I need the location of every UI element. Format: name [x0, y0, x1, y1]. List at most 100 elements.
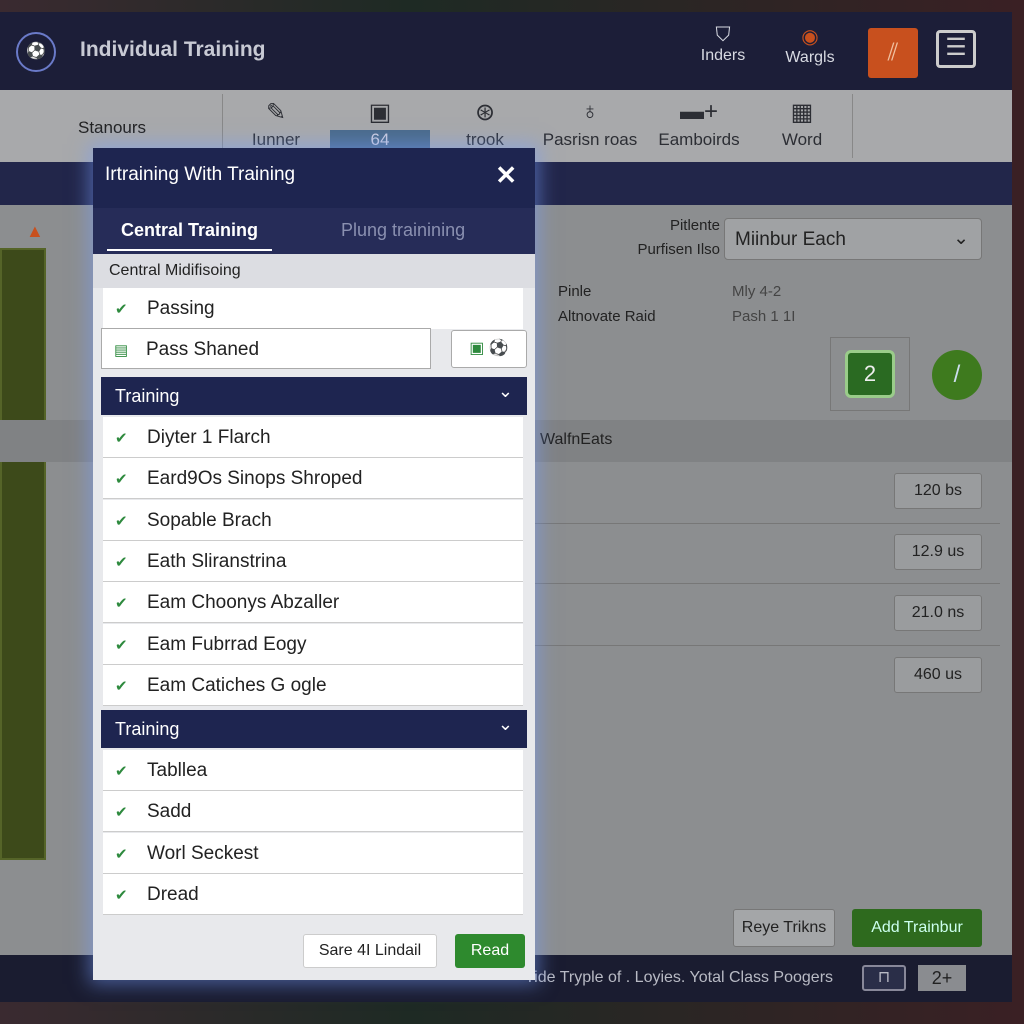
counter-button[interactable]: 2+ — [918, 965, 966, 991]
training-select[interactable]: Miinbur Each ⌄ — [724, 218, 982, 260]
add-training-button[interactable]: Add Trainbur — [852, 909, 982, 947]
toolbar-left-label: Stanours — [78, 118, 147, 137]
close-icon[interactable]: ✕ — [495, 160, 517, 191]
item-label: Tabllea — [147, 760, 208, 781]
list-item[interactable]: ✔ Worl Seckest — [103, 832, 523, 874]
chevron-down-icon: ⌄ — [497, 714, 513, 734]
crest-icon: ◉ — [801, 26, 819, 48]
value-box: 460 us — [894, 657, 982, 693]
page-title: Individual Training — [80, 38, 266, 61]
badge-icon: ⛉ — [715, 24, 731, 46]
item-label: Dread — [147, 883, 199, 905]
training-modal: Irtraining With Training ✕ Central Traini… — [93, 148, 535, 980]
section-header[interactable]: Training ⌄ — [101, 377, 527, 415]
item-label: Eard9Os Sinops Shroped — [147, 468, 363, 490]
check-icon: ✔ — [115, 512, 128, 530]
tool-label: trook — [466, 130, 504, 149]
detail-label: Pinle — [558, 283, 592, 300]
lock-button[interactable]: ⊓ — [862, 965, 906, 991]
value-box: 21.0 ns — [894, 595, 982, 631]
grid-icon: ▦ — [790, 99, 814, 126]
detail-value: Pash 1 1I — [732, 308, 796, 325]
section-title: Training — [115, 719, 180, 739]
list-item[interactable]: ✔ Passing — [103, 288, 523, 329]
modal-title: Irtraining With Training — [105, 164, 296, 185]
list-item[interactable]: ✔ Diyter 1 Flarch — [103, 417, 523, 458]
modal-subheader: Central Midifisoing — [93, 254, 535, 288]
edit-button[interactable]: / — [932, 350, 982, 400]
chevron-down-icon: ⌄ — [497, 381, 513, 401]
tool-64[interactable]: ▣ 64 — [330, 98, 430, 150]
section-title: WalfnEats — [540, 431, 613, 448]
pitch-view[interactable] — [0, 248, 46, 860]
tool-word[interactable]: ▦ Word — [772, 98, 832, 150]
check-icon: ✔ — [115, 763, 128, 780]
item-label: Eath Sliranstrina — [147, 550, 287, 572]
footer-text: Tide Tryple of . Loyies. Yotal Class Poo… — [525, 969, 834, 986]
tool-label: Eamboirds — [658, 130, 740, 149]
wargls-label: Wargls — [785, 49, 835, 66]
tool-pasrisn-roas[interactable]: ♁ Pasrisn roas — [540, 98, 640, 150]
divider — [535, 583, 1000, 584]
list-item[interactable]: ✔ Tabllea — [103, 750, 523, 791]
section-title: Training — [115, 386, 180, 406]
read-button[interactable]: Read — [455, 934, 525, 968]
divider — [535, 645, 1000, 646]
check-icon: ✔ — [115, 471, 128, 489]
list-item[interactable]: ✔ Eath Sliranstrina — [103, 540, 523, 582]
list-item[interactable]: ✔ Eam Fubrrad Eogy — [103, 623, 523, 665]
check-icon: ✔ — [115, 636, 128, 654]
menu-icon: ☰ — [945, 34, 967, 61]
secondary-button[interactable]: Reye Trikns — [733, 909, 835, 947]
tab-central-training[interactable]: Central Training — [107, 220, 273, 251]
app-logo-icon: ⚽ — [16, 32, 56, 72]
list-item[interactable]: ✔ Eam Catiches G ogle — [103, 664, 523, 706]
warning-icon: ▲ — [26, 221, 44, 241]
tab-plung-training[interactable]: Plung trainining — [341, 220, 465, 241]
inders-label: Inders — [700, 47, 746, 64]
whistle-icon: ⊛ — [474, 99, 496, 126]
divider — [852, 94, 853, 158]
check-icon: ✔ — [115, 301, 128, 318]
menu-button[interactable]: ☰ — [936, 30, 976, 68]
check-icon: ✔ — [115, 677, 128, 695]
list-item[interactable]: ✔ Dread — [103, 873, 523, 915]
tool-label: Pasrisn roas — [542, 130, 638, 149]
select-value: Miinbur Each — [735, 229, 846, 250]
item-label: Diyter 1 Flarch — [147, 427, 271, 448]
modal-tabs: Central Training Plung trainining — [93, 208, 535, 254]
check-icon: ✔ — [115, 804, 128, 822]
item-label: Eam Catiches G ogle — [147, 674, 327, 696]
wargls-button[interactable]: ◉ Wargls — [778, 24, 842, 67]
list-item[interactable]: ▤ Pass Shaned — [101, 328, 431, 369]
count-badge: 2 — [845, 350, 895, 398]
tool-iunner[interactable]: ✎ Iunner — [246, 98, 306, 150]
item-label: Eam Fubrrad Eogy — [147, 633, 307, 655]
inders-button[interactable]: ⛉ Inders — [693, 24, 753, 65]
divider — [535, 523, 1000, 524]
folder-add-icon: ▬+ — [679, 98, 718, 125]
list-item[interactable]: ✔ Sadd — [103, 791, 523, 833]
section-header[interactable]: Training ⌄ — [101, 710, 527, 748]
ball-icon: ⚽ — [488, 340, 509, 357]
value-box: 12.9 us — [894, 534, 982, 570]
item-label: Sopable Brach — [147, 509, 272, 531]
item-actions-button[interactable]: ▣ ⚽ — [451, 330, 527, 368]
pencil-icon: / — [953, 361, 961, 388]
tool-eamboirds[interactable]: ▬+ Eamboirds — [652, 98, 746, 150]
cancel-button[interactable]: Sare 4I Lindail — [303, 934, 437, 968]
list-item[interactable]: ✔ Eard9Os Sinops Shroped — [103, 458, 523, 500]
feather-icon: ⫽ — [887, 39, 899, 66]
header: ⚽ Individual Training ⛉ Inders ◉ Wargls ⫽ … — [0, 12, 1012, 90]
check-icon: ✔ — [115, 595, 128, 613]
item-label: Passing — [147, 298, 215, 319]
tool-label: Iunner — [251, 130, 301, 149]
list-item[interactable]: ✔ Eam Choonys Abzaller — [103, 582, 523, 624]
item-label: Pass Shaned — [146, 339, 260, 360]
tool-trook[interactable]: ⊛ trook — [455, 98, 515, 150]
check-icon: ✔ — [115, 430, 128, 447]
badge-frame: 2 — [830, 337, 910, 411]
feather-button[interactable]: ⫽ — [868, 28, 918, 78]
modal-header: Irtraining With Training ✕ — [93, 148, 535, 208]
list-item[interactable]: ✔ Sopable Brach — [103, 499, 523, 541]
